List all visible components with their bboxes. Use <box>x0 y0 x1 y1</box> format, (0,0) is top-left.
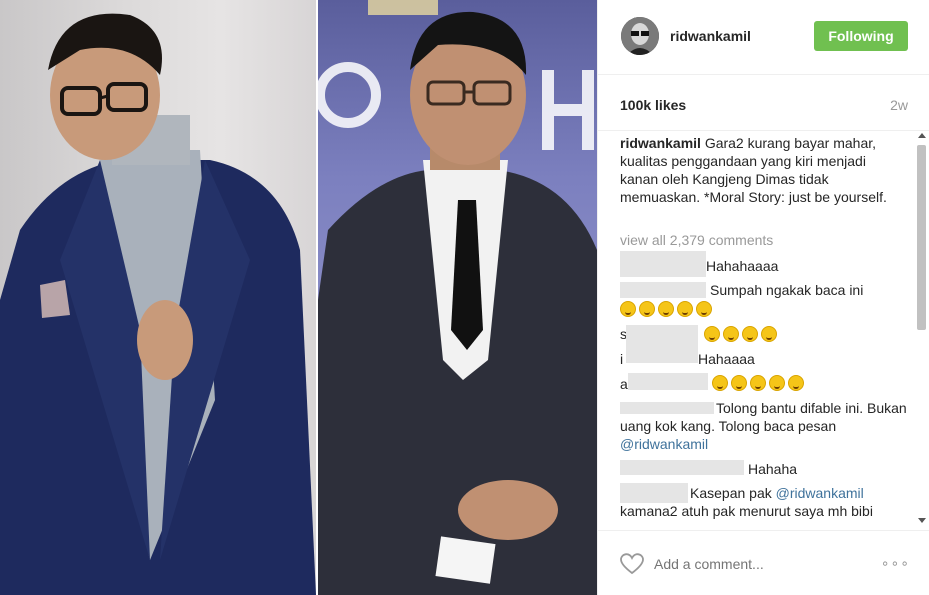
post-footer: ∘∘∘ <box>598 530 929 595</box>
following-button[interactable]: Following <box>814 21 908 51</box>
laughing-emoji-icon <box>696 301 712 318</box>
laughing-emoji-icon <box>712 375 728 392</box>
comments-scrollbar[interactable] <box>914 131 928 527</box>
view-all-comments-link[interactable]: view all 2,379 comments <box>620 231 773 249</box>
laughing-emoji-icon <box>742 326 758 343</box>
mention-link[interactable]: @ridwankamil <box>776 485 864 501</box>
post-photo[interactable] <box>0 0 597 595</box>
comment-text: i <box>620 351 624 367</box>
post-sidebar: ridwankamil Following 100k likes 2w ridw… <box>597 0 929 595</box>
emoji-row <box>712 373 807 392</box>
comment-item: Kasepan pak @ridwankamil kamana2 atuh pa… <box>620 483 910 520</box>
laughing-emoji-icon <box>750 375 766 392</box>
comment-text: Hahaha <box>748 461 798 477</box>
man-in-dark-suit-illustration <box>315 0 597 595</box>
laughing-emoji-icon <box>769 375 785 392</box>
laughing-emoji-icon <box>677 301 693 318</box>
laughing-emoji-icon <box>788 375 804 392</box>
laughing-emoji-icon <box>639 301 655 318</box>
photo-divider <box>316 0 318 595</box>
laughing-emoji-icon <box>731 375 747 392</box>
post-age[interactable]: 2w <box>890 97 908 113</box>
comment-item: Tolong bantu difable ini. Bukan uang kok… <box>620 399 910 453</box>
blurred-username <box>628 373 708 390</box>
man-in-blue-suit-illustration <box>0 13 316 595</box>
emoji-row <box>704 324 780 343</box>
post-caption: ridwankamil Gara2 kurang bayar mahar, ku… <box>620 134 905 206</box>
comment-item: Sumpah ngakak baca ini <box>620 280 910 318</box>
scroll-down-arrow-icon[interactable] <box>918 518 926 523</box>
laughing-emoji-icon <box>704 326 720 343</box>
photo-left-panel <box>0 0 316 595</box>
comment-text: Sumpah ngakak baca ini <box>710 282 864 298</box>
comment-item: Hahahaaaa <box>620 251 910 277</box>
heart-icon[interactable] <box>620 553 644 575</box>
post-header: ridwankamil Following <box>598 0 929 75</box>
mention-link[interactable]: @ridwankamil <box>620 436 708 452</box>
comment-text: a <box>620 376 628 392</box>
comment-text: Hahahaaaa <box>706 258 779 274</box>
likes-row: 100k likes 2w <box>598 76 929 131</box>
comments-list: ridwankamil Gara2 kurang bayar mahar, ku… <box>620 131 912 527</box>
laughing-emoji-icon <box>620 301 636 318</box>
comment-text: kamana2 atuh pak menurut saya mh bibi <box>620 503 873 519</box>
add-comment-input[interactable] <box>654 554 854 574</box>
laughing-emoji-icon <box>658 301 674 318</box>
avatar-portrait-icon <box>621 17 659 55</box>
blurred-username <box>620 483 688 503</box>
photo-right-panel <box>315 0 597 595</box>
blurred-username <box>626 325 698 363</box>
blurred-username <box>620 402 714 414</box>
comment-text: Kasepan pak <box>690 485 772 501</box>
scrollbar-thumb[interactable] <box>917 145 926 330</box>
laughing-emoji-icon <box>761 326 777 343</box>
blurred-username <box>620 282 706 299</box>
emoji-row <box>620 299 715 318</box>
more-options-icon[interactable]: ∘∘∘ <box>881 555 910 572</box>
blurred-username <box>620 460 744 475</box>
scroll-up-arrow-icon[interactable] <box>918 133 926 138</box>
avatar[interactable] <box>621 17 659 55</box>
likes-count[interactable]: 100k likes <box>620 97 686 113</box>
caption-username[interactable]: ridwankamil <box>620 135 701 151</box>
comment-text: Hahaaaa <box>698 351 755 367</box>
post-author-username[interactable]: ridwankamil <box>670 28 751 44</box>
blurred-username <box>620 251 706 277</box>
laughing-emoji-icon <box>723 326 739 343</box>
